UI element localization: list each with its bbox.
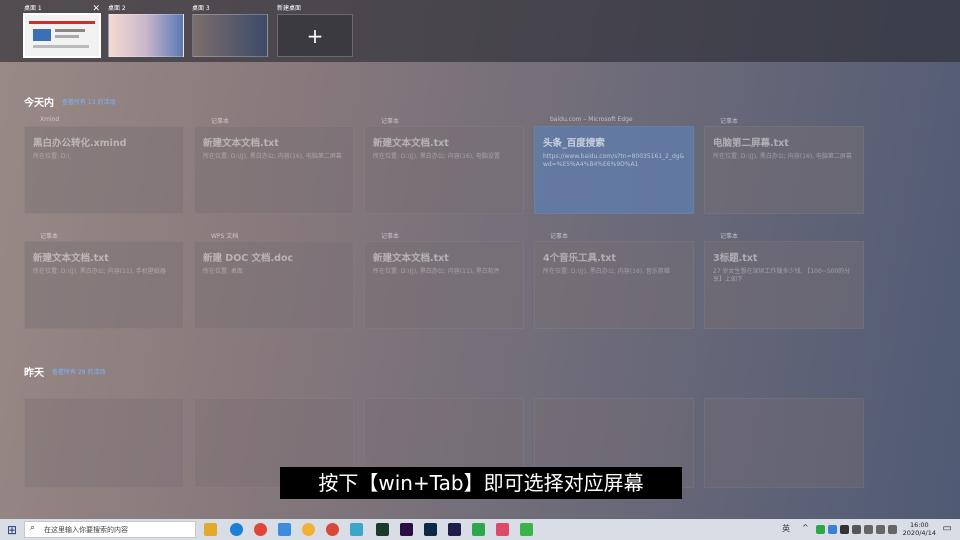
- activity-card[interactable]: 电脑第二屏幕.txt 所在位置: D:\(J), 黑白办公; 内容(16), 电…: [704, 126, 864, 214]
- search-placeholder: 在这里输入你要搜索的内容: [44, 526, 128, 534]
- card-title: 头条_百度搜索: [543, 138, 605, 149]
- new-desktop-button[interactable]: +: [277, 14, 353, 57]
- activity-card[interactable]: [704, 398, 864, 488]
- app-icon[interactable]: [278, 523, 291, 536]
- audition-icon[interactable]: [376, 523, 389, 536]
- desktop-2[interactable]: 桌面 2: [108, 4, 184, 57]
- tray-app-icon[interactable]: [816, 525, 825, 534]
- card-title: 黑白办公转化.xmind: [33, 138, 127, 149]
- section-title-today: 今天内: [24, 98, 54, 109]
- tray-app-icon[interactable]: [840, 525, 849, 534]
- photoshop-icon[interactable]: [424, 523, 437, 536]
- notification-icon[interactable]: ▭: [943, 523, 952, 534]
- card-title: 新建文本文档.txt: [203, 138, 279, 149]
- section-title-yesterday: 昨天: [24, 368, 44, 379]
- card-app-name: WPS 文档: [211, 233, 239, 240]
- card-body: 所在位置: 桌面: [203, 268, 243, 275]
- edge-icon[interactable]: [230, 523, 243, 536]
- new-desktop-label: 新建桌面: [277, 5, 302, 12]
- card-body: 27 岁女生想在深圳工作赚多少钱, 【100~500的分享】上如下: [713, 268, 851, 283]
- activity-card[interactable]: 新建 DOC 文档.doc 所在位置: 桌面: [194, 241, 354, 329]
- card-app-name: 记事本: [381, 118, 400, 125]
- wechat-icon[interactable]: [520, 523, 533, 536]
- activity-card[interactable]: 3标题.txt 27 岁女生想在深圳工作赚多少钱, 【100~500的分享】上如…: [704, 241, 864, 329]
- taskbar-search-input[interactable]: ⌕ 在这里输入你要搜索的内容: [24, 521, 196, 538]
- card-app-name: 记事本: [40, 233, 59, 240]
- desktop-1[interactable]: 桌面 1 ✕: [24, 4, 100, 57]
- card-app-name: 记事本: [550, 233, 569, 240]
- card-title: 3标题.txt: [713, 253, 758, 264]
- activity-card[interactable]: 新建文本文档.txt 所在位置: D:\(J), 黑白办公; 内容(16), 电…: [194, 126, 354, 214]
- desktop-thumbnail[interactable]: [192, 14, 268, 57]
- card-body: 所在位置: D:\(J), 黑白办公; 内容(16), 电脑设置: [373, 153, 500, 160]
- see-all-today-link[interactable]: 查看所有 13 的活动: [62, 97, 115, 106]
- card-body: 所在位置: D:\: [33, 153, 70, 160]
- close-icon[interactable]: ✕: [92, 4, 100, 14]
- card-app-name: 记事本: [720, 233, 739, 240]
- premiere-icon[interactable]: [400, 523, 413, 536]
- card-body: 所在位置: D:\(J), 黑白办公; 内容(11), 黑白软件: [373, 268, 500, 275]
- desktop-3[interactable]: 桌面 3: [192, 4, 268, 57]
- desktop-thumbnail[interactable]: [108, 14, 184, 57]
- activity-card[interactable]: 4个音乐工具.txt 所在位置: D:\(J), 黑白办公; 内容(16), 音…: [534, 241, 694, 329]
- network-icon[interactable]: [864, 525, 873, 534]
- card-title: 新建文本文档.txt: [33, 253, 109, 264]
- play-icon[interactable]: [472, 523, 485, 536]
- card-app-name: baidu.com – Microsoft Edge: [550, 116, 633, 123]
- virtual-desktop-strip: 桌面 1 ✕ 桌面 2 桌面 3 新建桌面 +: [0, 0, 960, 62]
- clock[interactable]: 16:00 2020/4/14: [903, 521, 936, 537]
- desktop-label: 桌面 2: [108, 5, 126, 12]
- card-body: 所在位置: D:\(J), 黑白办公; 内容(16), 电脑第二屏幕: [203, 153, 342, 160]
- desktop-label: 桌面 1: [24, 5, 42, 12]
- windows-start-icon[interactable]: ⊞: [5, 523, 19, 537]
- chrome-icon[interactable]: [302, 523, 315, 536]
- ime-icon[interactable]: 英: [782, 523, 790, 534]
- taskbar: ⊞ ⌕ 在这里输入你要搜索的内容 英 ^ 16:00 2020/4/14 ▭: [0, 519, 960, 540]
- app-icon[interactable]: [350, 523, 363, 536]
- plus-icon: +: [306, 23, 324, 48]
- date-text: 2020/4/14: [902, 529, 936, 537]
- card-app-name: 记事本: [211, 118, 230, 125]
- card-app-name: Xmind: [40, 116, 60, 123]
- desktop-thumbnail[interactable]: [24, 14, 100, 57]
- time-text: 16:00: [909, 521, 929, 529]
- card-body: 所在位置: D:\(J), 黑白办公; 内容(16), 音乐剪辑: [543, 268, 670, 275]
- activity-card[interactable]: 新建文本文档.txt 所在位置: D:\(J), 黑白办公; 内容(11), 黑…: [364, 241, 524, 329]
- card-app-name: 记事本: [720, 118, 739, 125]
- card-title: 新建 DOC 文档.doc: [203, 253, 294, 264]
- card-app-name: 记事本: [381, 233, 400, 240]
- ime-status-icon[interactable]: [888, 525, 897, 534]
- chevron-up-icon[interactable]: ^: [802, 523, 809, 532]
- desktop-label: 桌面 3: [192, 5, 210, 12]
- new-desktop[interactable]: 新建桌面 +: [277, 4, 353, 57]
- search-icon: ⌕: [30, 523, 36, 533]
- card-title: 电脑第二屏幕.txt: [713, 138, 789, 149]
- volume-icon[interactable]: [876, 525, 885, 534]
- card-body: https://www.baidu.com/s?tn=80035161_2_dg…: [543, 153, 685, 168]
- see-all-yesterday-link[interactable]: 查看所有 28 的活动: [52, 367, 105, 376]
- card-body: 所在位置: D:\(J), 黑白办公; 内容(11), 手机壁纸器: [33, 268, 166, 275]
- card-body: 所在位置: D:\(J), 黑白办公; 内容(16), 电脑第二屏幕: [713, 153, 852, 160]
- card-title: 4个音乐工具.txt: [543, 253, 616, 264]
- browser-icon[interactable]: [254, 523, 267, 536]
- card-title: 新建文本文档.txt: [373, 253, 449, 264]
- activity-card[interactable]: [24, 398, 184, 488]
- activity-card[interactable]: 新建文本文档.txt 所在位置: D:\(J), 黑白办公; 内容(16), 电…: [364, 126, 524, 214]
- activity-card[interactable]: 新建文本文档.txt 所在位置: D:\(J), 黑白办公; 内容(11), 手…: [24, 241, 184, 329]
- tray-app-icon[interactable]: [828, 525, 837, 534]
- app-icon[interactable]: [496, 523, 509, 536]
- file-explorer-icon[interactable]: [204, 523, 217, 536]
- card-title: 新建文本文档.txt: [373, 138, 449, 149]
- app-icon[interactable]: [326, 523, 339, 536]
- tray-app-icon[interactable]: [852, 525, 861, 534]
- video-caption: 按下【win+Tab】即可选择对应屏幕: [280, 467, 682, 499]
- activity-card[interactable]: 黑白办公转化.xmind 所在位置: D:\: [24, 126, 184, 214]
- activity-card-selected[interactable]: 头条_百度搜索 https://www.baidu.com/s?tn=80035…: [534, 126, 694, 214]
- app-icon[interactable]: [448, 523, 461, 536]
